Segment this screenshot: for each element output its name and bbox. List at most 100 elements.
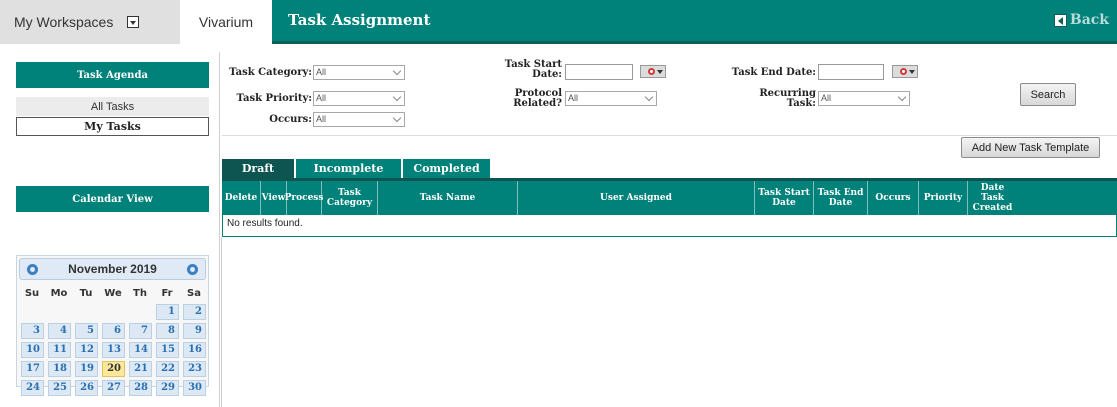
task-start-date-label-line2: Date: <box>532 69 562 80</box>
column-header[interactable]: Occurs <box>868 181 919 215</box>
prev-month-icon[interactable] <box>27 264 38 275</box>
chevron-down-icon <box>392 113 402 123</box>
back-button[interactable]: Back <box>1053 12 1109 28</box>
column-header-label: Date Task Created <box>972 183 1013 213</box>
calendar-day[interactable]: 11 <box>48 342 71 358</box>
calendar-day[interactable]: 7 <box>129 323 152 339</box>
recurring-task-value: All <box>821 93 832 103</box>
occurs-select[interactable]: All <box>313 112 405 127</box>
task-priority-value: All <box>316 93 327 103</box>
calendar-day[interactable]: 4 <box>48 323 71 339</box>
task-category-label: Task Category: <box>229 67 312 78</box>
back-label: Back <box>1069 12 1109 28</box>
end-date-picker-button[interactable] <box>892 65 918 78</box>
calendar-day[interactable]: 9 <box>183 323 206 339</box>
column-header[interactable]: Delete <box>222 181 261 215</box>
calendar-day[interactable]: 3 <box>21 323 44 339</box>
column-header-label: Task End Date <box>817 188 864 208</box>
tab-completed[interactable]: Completed <box>403 159 490 178</box>
occurs-label: Occurs: <box>269 114 312 125</box>
dropdown-icon[interactable] <box>127 16 140 28</box>
calendar-day[interactable]: 17 <box>21 361 44 377</box>
task-category-value: All <box>316 67 327 77</box>
calendar-day[interactable]: 5 <box>75 323 98 339</box>
empty-results-message: No results found. <box>222 215 1117 237</box>
column-header[interactable]: Task End Date <box>814 181 868 215</box>
column-header[interactable]: View <box>261 181 287 215</box>
calendar-day[interactable]: 18 <box>48 361 71 377</box>
sidebar-item-all-tasks[interactable]: All Tasks <box>16 97 209 116</box>
chevron-down-icon <box>897 92 907 102</box>
column-header-label: Task Category <box>326 188 373 208</box>
calendar-view-header: Calendar View <box>16 186 209 212</box>
recurring-task-label-line2: Task: <box>786 98 816 109</box>
calendar-day[interactable]: 14 <box>129 342 152 358</box>
calendar-day[interactable]: 1 <box>156 304 179 320</box>
table-header: Delete View Process Task Category Task Name Us… <box>222 181 1117 215</box>
weekday-label: Tu <box>79 288 93 299</box>
column-header-label: Priority <box>923 193 963 203</box>
column-header[interactable]: Date Task Created <box>968 181 1017 215</box>
task-priority-label: Task Priority: <box>236 93 312 104</box>
next-month-icon[interactable] <box>187 264 198 275</box>
tab-draft[interactable]: Draft <box>222 159 294 178</box>
calendar-day[interactable]: 28 <box>129 380 152 396</box>
calendar-day[interactable]: 23 <box>183 361 206 377</box>
weekday-label: Su <box>24 288 40 299</box>
column-header-label: View <box>261 193 286 203</box>
calendar-day[interactable]: 12 <box>75 342 98 358</box>
top-bar: My Workspaces Vivarium Task Assignment B… <box>0 0 1117 44</box>
calendar-day[interactable]: 10 <box>21 342 44 358</box>
task-start-date-input[interactable] <box>565 64 633 80</box>
calendar-day[interactable]: 29 <box>156 380 179 396</box>
title-bar: Task Assignment Back <box>272 0 1117 44</box>
column-header[interactable]: Task Name <box>378 181 518 215</box>
column-header[interactable]: Process <box>285 181 323 215</box>
column-header[interactable]: Task Start Date <box>755 181 814 215</box>
caret-down-icon <box>657 70 663 74</box>
protocol-related-select[interactable]: All <box>565 91 657 106</box>
calendar-day[interactable]: 8 <box>156 323 179 339</box>
add-new-task-template-button[interactable]: Add New Task Template <box>961 137 1100 158</box>
calendar-day[interactable]: 15 <box>156 342 179 358</box>
calendar-day-today[interactable]: 20 <box>102 361 125 377</box>
column-header-label: Occurs <box>875 193 911 203</box>
weekday-label: Th <box>133 288 147 299</box>
app-tab-vivarium[interactable]: Vivarium <box>180 0 272 44</box>
task-start-date-label: Task Start Date: <box>492 60 562 80</box>
recurring-task-label: Recurring Task: <box>730 89 816 109</box>
calendar-day[interactable]: 25 <box>48 380 71 396</box>
calendar-day[interactable]: 26 <box>75 380 98 396</box>
calendar-day[interactable]: 24 <box>21 380 44 396</box>
calendar-picker-icon <box>900 68 907 75</box>
calendar-day[interactable]: 30 <box>183 380 206 396</box>
protocol-related-value: All <box>568 93 579 103</box>
calendar-day[interactable]: 27 <box>102 380 125 396</box>
column-header[interactable]: Task Category <box>322 181 378 215</box>
back-arrow-icon <box>1053 13 1067 27</box>
search-button[interactable]: Search <box>1020 83 1076 106</box>
column-header-label: Task Start Date <box>758 188 810 208</box>
task-category-select[interactable]: All <box>313 65 405 80</box>
page-title: Task Assignment <box>288 11 431 29</box>
start-date-picker-button[interactable] <box>640 65 666 78</box>
chevron-down-icon <box>392 92 402 102</box>
column-header[interactable]: User Assigned <box>518 181 755 215</box>
task-priority-select[interactable]: All <box>313 91 405 106</box>
calendar-day[interactable]: 19 <box>75 361 98 377</box>
calendar-day[interactable]: 22 <box>156 361 179 377</box>
calendar-day[interactable]: 21 <box>129 361 152 377</box>
sidebar-item-my-tasks[interactable]: My Tasks <box>16 117 209 136</box>
task-agenda-header: Task Agenda <box>16 62 209 88</box>
recurring-task-select[interactable]: All <box>818 91 910 106</box>
task-end-date-input[interactable] <box>818 64 884 80</box>
column-header[interactable]: Priority <box>919 181 968 215</box>
column-header-label: Delete <box>224 193 258 203</box>
calendar-day[interactable]: 13 <box>102 342 125 358</box>
tab-incomplete[interactable]: Incomplete <box>296 159 401 178</box>
calendar-day[interactable]: 16 <box>183 342 206 358</box>
calendar-day[interactable]: 6 <box>102 323 125 339</box>
chevron-down-icon <box>644 92 654 102</box>
workspaces-menu[interactable]: My Workspaces <box>0 0 180 44</box>
calendar-day[interactable]: 2 <box>183 304 206 320</box>
